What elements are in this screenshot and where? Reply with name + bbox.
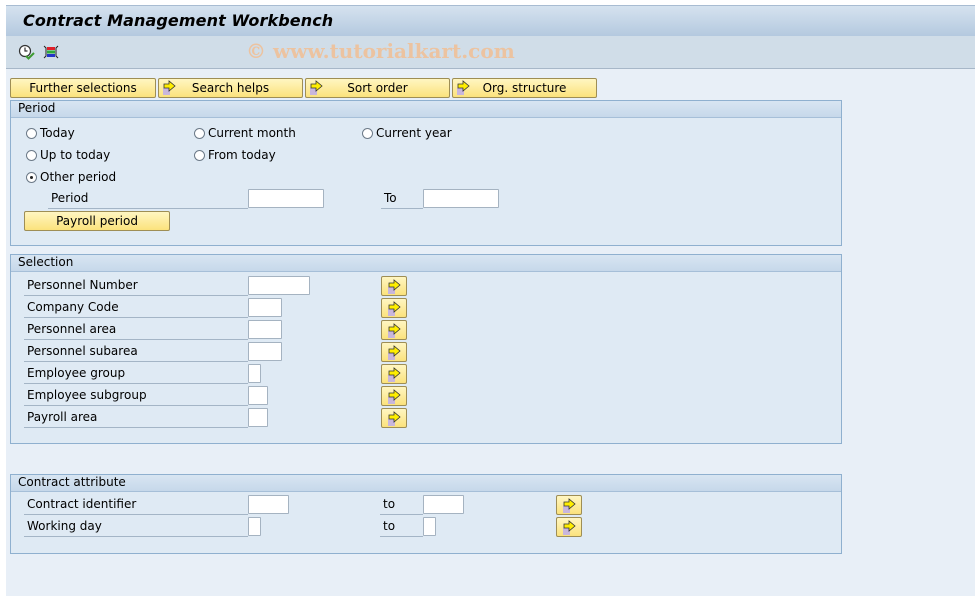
radio-circle [194,150,205,161]
radio-current-year[interactable]: Current year [362,125,452,141]
arrow-right-icon [388,345,401,360]
arrow-right-icon [388,389,401,404]
radio-circle-selected [26,172,37,183]
contract-identifier-multiple-selection-button[interactable] [556,495,582,515]
personnel-area-multiple-selection-button[interactable] [381,320,407,340]
selection-header: Selection [11,255,841,272]
watermark: © www.tutorialkart.com [246,39,515,63]
radio-current-month[interactable]: Current month [194,125,296,141]
radio-from-today[interactable]: From today [194,147,276,163]
search-helps-label: Search helps [191,81,270,95]
working-day-from-input[interactable] [248,517,261,536]
arrow-right-icon [310,80,324,101]
working-day-label: Working day [24,517,248,537]
working-day-to-label: to [380,517,423,537]
personnel-subarea-input[interactable] [248,342,282,361]
personnel-area-label: Personnel area [24,320,248,340]
employee-group-multiple-selection-button[interactable] [381,364,407,384]
selection-group: Selection Personnel Number Company Code Pe… [10,254,842,444]
arrow-right-icon [457,80,471,101]
page-title: Contract Management Workbench [23,11,334,30]
personnel-number-input[interactable] [248,276,310,295]
period-from-input[interactable] [248,189,324,208]
sort-order-label: Sort order [347,81,408,95]
payroll-area-input[interactable] [248,408,268,427]
contract-attribute-header: Contract attribute [11,475,841,492]
period-to-label: To [381,189,423,209]
personnel-number-label: Personnel Number [24,276,248,296]
period-header: Period [11,101,841,118]
arrow-right-icon [563,498,576,513]
working-day-to-input[interactable] [423,517,436,536]
selection-options-icon[interactable] [42,43,60,61]
radio-circle [194,128,205,139]
radio-today[interactable]: Today [26,125,75,141]
search-helps-button[interactable]: Search helps [158,78,303,98]
radio-label: From today [208,148,276,162]
org-structure-label: Org. structure [482,81,567,95]
execute-icon[interactable] [18,43,36,61]
radio-label: Current month [208,126,296,140]
radio-other-period[interactable]: Other period [26,169,116,185]
period-label: Period [48,189,248,209]
contract-identifier-to-label: to [380,495,423,515]
personnel-subarea-multiple-selection-button[interactable] [381,342,407,362]
radio-circle [26,150,37,161]
employee-subgroup-input[interactable] [248,386,268,405]
arrow-right-icon [388,411,401,426]
employee-subgroup-label: Employee subgroup [24,386,248,406]
personnel-number-multiple-selection-button[interactable] [381,276,407,296]
contract-identifier-label: Contract identifier [24,495,248,515]
payroll-period-label: Payroll period [56,214,138,228]
sort-order-button[interactable]: Sort order [305,78,450,98]
employee-group-input[interactable] [248,364,261,383]
radio-label: Current year [376,126,452,140]
radio-label: Today [40,126,75,140]
application-toolbar: © www.tutorialkart.com [6,36,975,69]
payroll-period-button[interactable]: Payroll period [24,211,170,231]
period-to-input[interactable] [423,189,499,208]
company-code-input[interactable] [248,298,282,317]
contract-attribute-group: Contract attribute Contract identifier t… [10,474,842,554]
company-code-multiple-selection-button[interactable] [381,298,407,318]
contract-identifier-to-input[interactable] [423,495,464,514]
further-selections-label: Further selections [29,81,137,95]
title-bar: Contract Management Workbench [6,5,975,37]
employee-group-label: Employee group [24,364,248,384]
payroll-area-label: Payroll area [24,408,248,428]
period-group: Period Today Current month Current year … [10,100,842,246]
arrow-right-icon [163,80,177,101]
arrow-right-icon [388,301,401,316]
radio-label: Other period [40,170,117,184]
sap-window: Contract Management Workbench © www.tuto… [6,5,975,596]
arrow-right-icon [388,323,401,338]
working-day-multiple-selection-button[interactable] [556,517,582,537]
radio-circle [362,128,373,139]
radio-circle [26,128,37,139]
radio-up-to-today[interactable]: Up to today [26,147,110,163]
company-code-label: Company Code [24,298,248,318]
payroll-area-multiple-selection-button[interactable] [381,408,407,428]
arrow-right-icon [388,279,401,294]
arrow-right-icon [388,367,401,382]
personnel-subarea-label: Personnel subarea [24,342,248,362]
org-structure-button[interactable]: Org. structure [452,78,597,98]
arrow-right-icon [563,520,576,535]
employee-subgroup-multiple-selection-button[interactable] [381,386,407,406]
personnel-area-input[interactable] [248,320,282,339]
further-selections-button[interactable]: Further selections [10,78,156,98]
radio-label: Up to today [40,148,111,162]
contract-identifier-from-input[interactable] [248,495,289,514]
